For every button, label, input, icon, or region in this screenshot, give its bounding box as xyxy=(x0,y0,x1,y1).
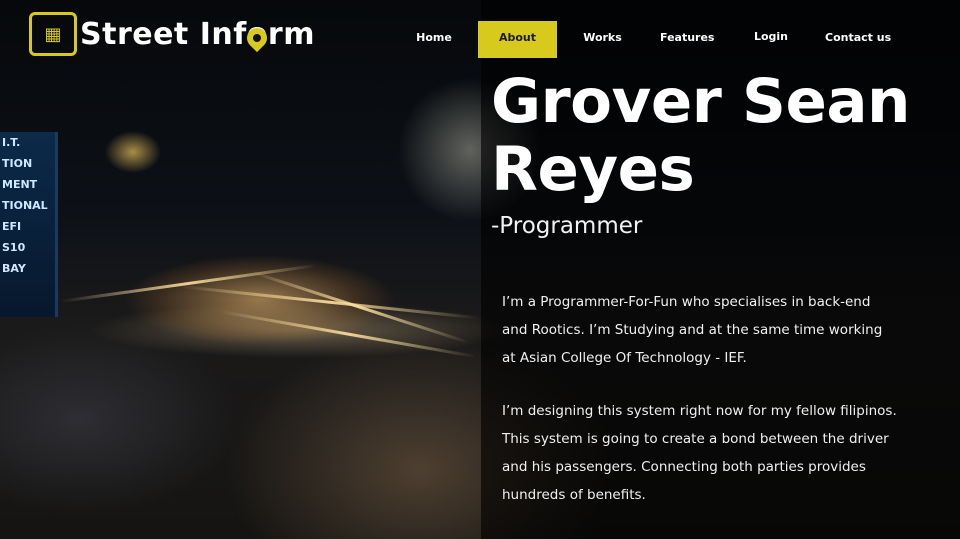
about-line: I’m designing this system right now for … xyxy=(502,403,897,419)
profile-name: Grover Sean Reyes xyxy=(491,68,951,204)
about-line: and Rootics. I’m Studying and at the sam… xyxy=(502,322,883,338)
sign-text: BAY xyxy=(2,262,26,275)
profile-name-line2: Reyes xyxy=(491,134,695,205)
profile-role: -Programmer xyxy=(491,213,643,239)
background-sign: I.T. TION MENT TIONAL EFI S10 BAY xyxy=(0,132,58,317)
sign-text: S10 xyxy=(2,241,26,254)
nav-contact-us[interactable]: Contact us xyxy=(825,21,891,58)
map-icon: ▦ xyxy=(29,12,77,56)
brand-logo[interactable]: ▦ Street Inform xyxy=(29,12,315,56)
about-paragraph-1: I’m a Programmer-For-Fun who specialises… xyxy=(502,288,922,372)
about-line: hundreds of benefits. xyxy=(502,487,646,503)
nav-works[interactable]: Works xyxy=(580,21,625,58)
about-line: at Asian College Of Technology - IEF. xyxy=(502,350,747,366)
about-line: This system is going to create a bond be… xyxy=(502,431,889,447)
sign-text: I.T. xyxy=(2,136,21,149)
profile-name-line1: Grover Sean xyxy=(491,66,910,137)
sign-text: TIONAL xyxy=(2,199,48,212)
brand-name: Street Inform xyxy=(80,16,315,52)
nav-features[interactable]: Features xyxy=(660,21,714,58)
sign-text: MENT xyxy=(2,178,38,191)
about-line: I’m a Programmer-For-Fun who specialises… xyxy=(502,294,871,310)
nav-login[interactable]: Login xyxy=(752,20,790,57)
sign-text: TION xyxy=(2,157,33,170)
nav-about[interactable]: About xyxy=(478,21,557,58)
nav-home[interactable]: Home xyxy=(410,21,458,58)
about-paragraph-2: I’m designing this system right now for … xyxy=(502,397,922,509)
sign-text: EFI xyxy=(2,220,22,233)
about-line: and his passengers. Connecting both part… xyxy=(502,459,866,475)
